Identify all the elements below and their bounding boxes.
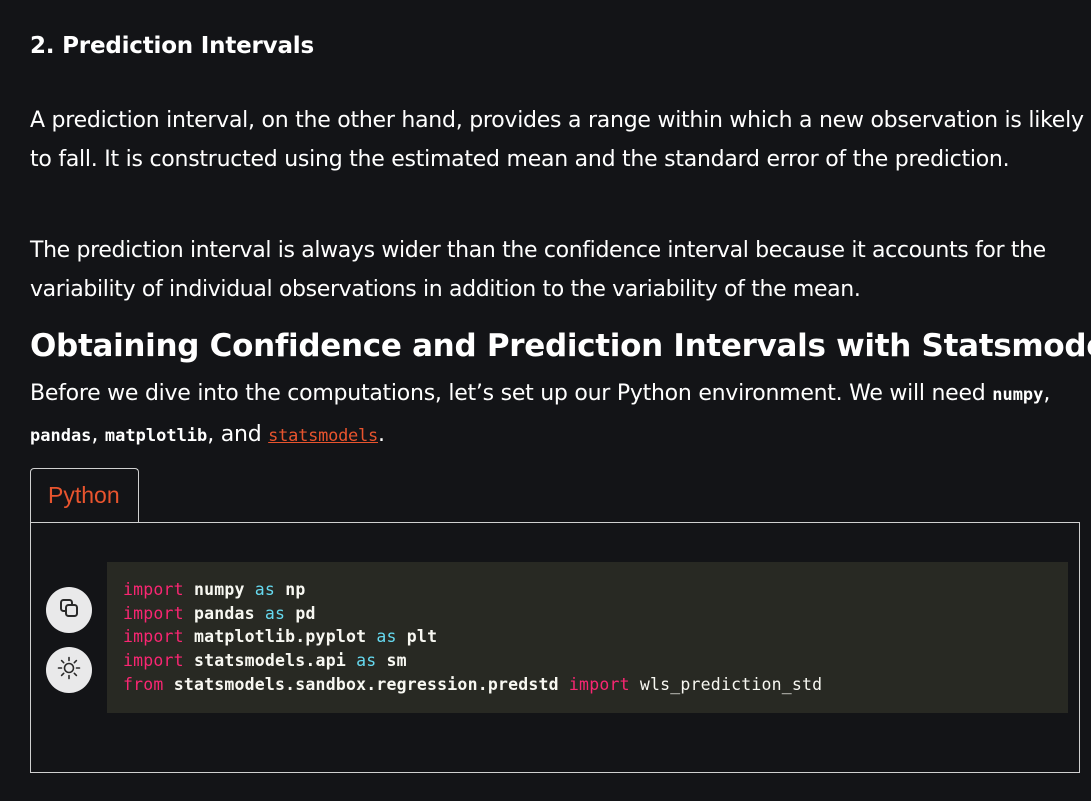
paragraph-prediction-interval: A prediction interval, on the other hand…: [30, 108, 1084, 172]
sentence-end: .: [378, 422, 385, 447]
statsmodels-link[interactable]: statsmodels: [268, 426, 378, 446]
separator: ,: [91, 422, 99, 447]
module-alias: sm: [386, 651, 407, 671]
module-name: matplotlib.pyplot: [193, 627, 367, 647]
keyword-import: import: [123, 651, 184, 671]
module-name: statsmodels.api: [193, 651, 346, 671]
module-alias: plt: [406, 627, 438, 647]
code-block[interactable]: import numpy as np import pandas as pd i…: [107, 562, 1068, 713]
keyword-from: from: [123, 674, 164, 694]
separator: ,: [1043, 381, 1051, 406]
copy-code-button[interactable]: [46, 587, 92, 633]
subsection-heading: Obtaining Confidence and Prediction Inte…: [30, 328, 1091, 364]
module-name: numpy: [193, 580, 245, 599]
inline-code-matplotlib: matplotlib: [104, 426, 208, 446]
toggle-theme-button[interactable]: [46, 647, 92, 693]
code-line: import matplotlib.pyplot as plt: [123, 625, 1068, 649]
code-line: from statsmodels.sandbox.regression.pred…: [123, 673, 1068, 697]
keyword-import: import: [123, 603, 184, 623]
code-line: import pandas as pd: [123, 602, 1068, 626]
keyword-import: import: [123, 580, 184, 599]
tab-python[interactable]: Python: [30, 468, 139, 522]
keyword-import: import: [568, 674, 630, 694]
keyword-as: as: [264, 603, 286, 623]
paragraph-interval-comparison: The prediction interval is always wider …: [30, 238, 1046, 302]
paragraph-setup: Before we dive into the computations, le…: [30, 374, 1085, 456]
inline-code-pandas: pandas: [30, 426, 92, 446]
keyword-as: as: [356, 651, 377, 671]
keyword-as: as: [254, 580, 276, 599]
separator: , and: [207, 422, 262, 447]
code-line: import statsmodels.api as sm: [123, 649, 1068, 673]
sun-icon: [56, 655, 82, 685]
code-line: import numpy as np: [123, 578, 1068, 602]
module-name: pandas: [193, 603, 255, 623]
keyword-as: as: [376, 627, 397, 647]
module-name: statsmodels.sandbox.regression.predstd: [173, 674, 559, 694]
copy-icon: [58, 597, 80, 623]
keyword-import: import: [123, 627, 184, 647]
setup-intro-text: Before we dive into the computations, le…: [30, 381, 986, 406]
inline-code-numpy: numpy: [992, 385, 1044, 405]
imported-name: wls_prediction_std: [639, 674, 823, 694]
module-alias: pd: [295, 603, 316, 623]
module-alias: np: [285, 580, 306, 599]
section-heading: 2. Prediction Intervals: [30, 33, 314, 59]
